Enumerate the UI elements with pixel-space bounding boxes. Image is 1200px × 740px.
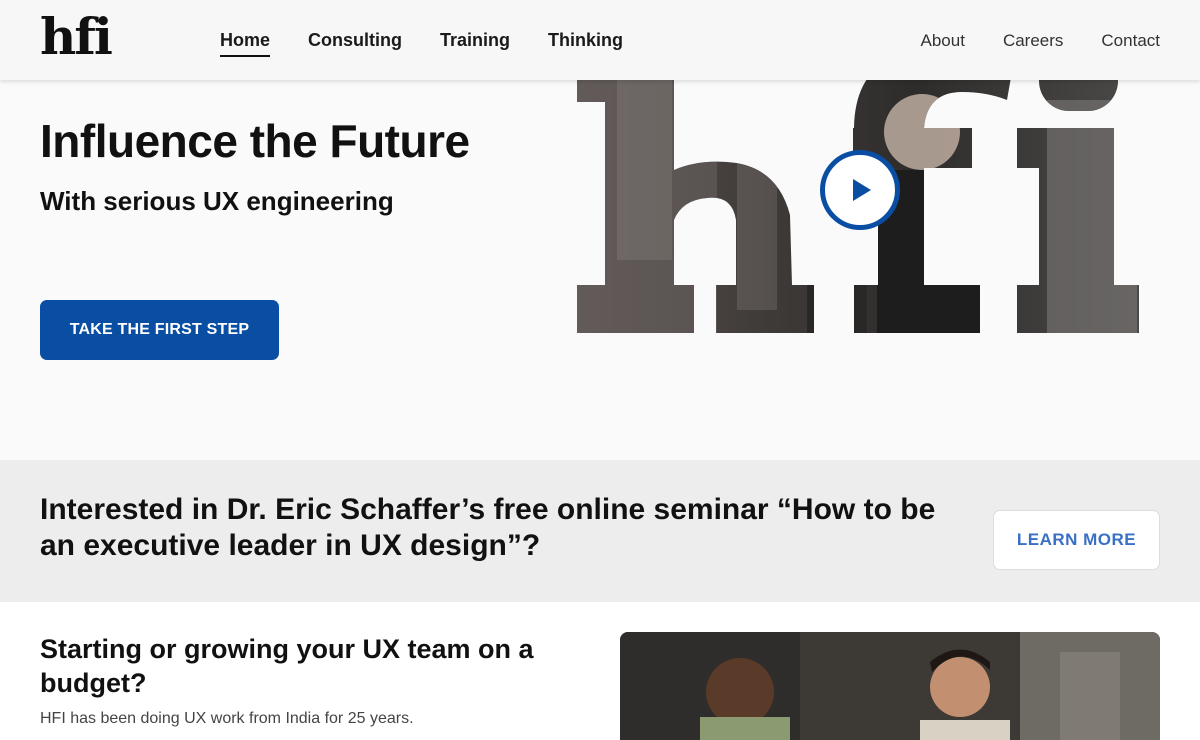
nav-careers[interactable]: Careers xyxy=(1003,31,1063,51)
secondary-nav: About Careers Contact xyxy=(921,31,1161,51)
take-first-step-button[interactable]: TAKE THE FIRST STEP xyxy=(40,300,279,360)
play-video-button[interactable] xyxy=(820,150,900,230)
nav-training[interactable]: Training xyxy=(440,30,510,57)
ux-team-heading: Starting or growing your UX team on a bu… xyxy=(40,634,534,698)
hfi-logo[interactable]: hfi xyxy=(40,12,113,62)
ux-team-description: HFI has been doing UX work from India fo… xyxy=(40,710,414,727)
nav-consulting[interactable]: Consulting xyxy=(308,30,402,57)
nav-thinking[interactable]: Thinking xyxy=(548,30,623,57)
learn-more-button[interactable]: LEARN MORE xyxy=(993,510,1160,570)
main-nav: Home Consulting Training Thinking xyxy=(220,30,623,57)
team-photo xyxy=(620,632,1160,740)
nav-about[interactable]: About xyxy=(921,31,965,51)
seminar-text: Interested in Dr. Eric Schaffer’s free o… xyxy=(40,493,936,562)
seminar-banner: Interested in Dr. Eric Schaffer’s free o… xyxy=(0,460,1200,602)
hero-title: Influence the Future xyxy=(40,115,470,167)
site-header: hfi Home Consulting Training Thinking Ab… xyxy=(0,0,1200,80)
nav-contact[interactable]: Contact xyxy=(1101,31,1160,51)
play-icon xyxy=(853,179,871,201)
nav-home[interactable]: Home xyxy=(220,30,271,57)
hero-subtitle: With serious UX engineering xyxy=(40,186,394,216)
